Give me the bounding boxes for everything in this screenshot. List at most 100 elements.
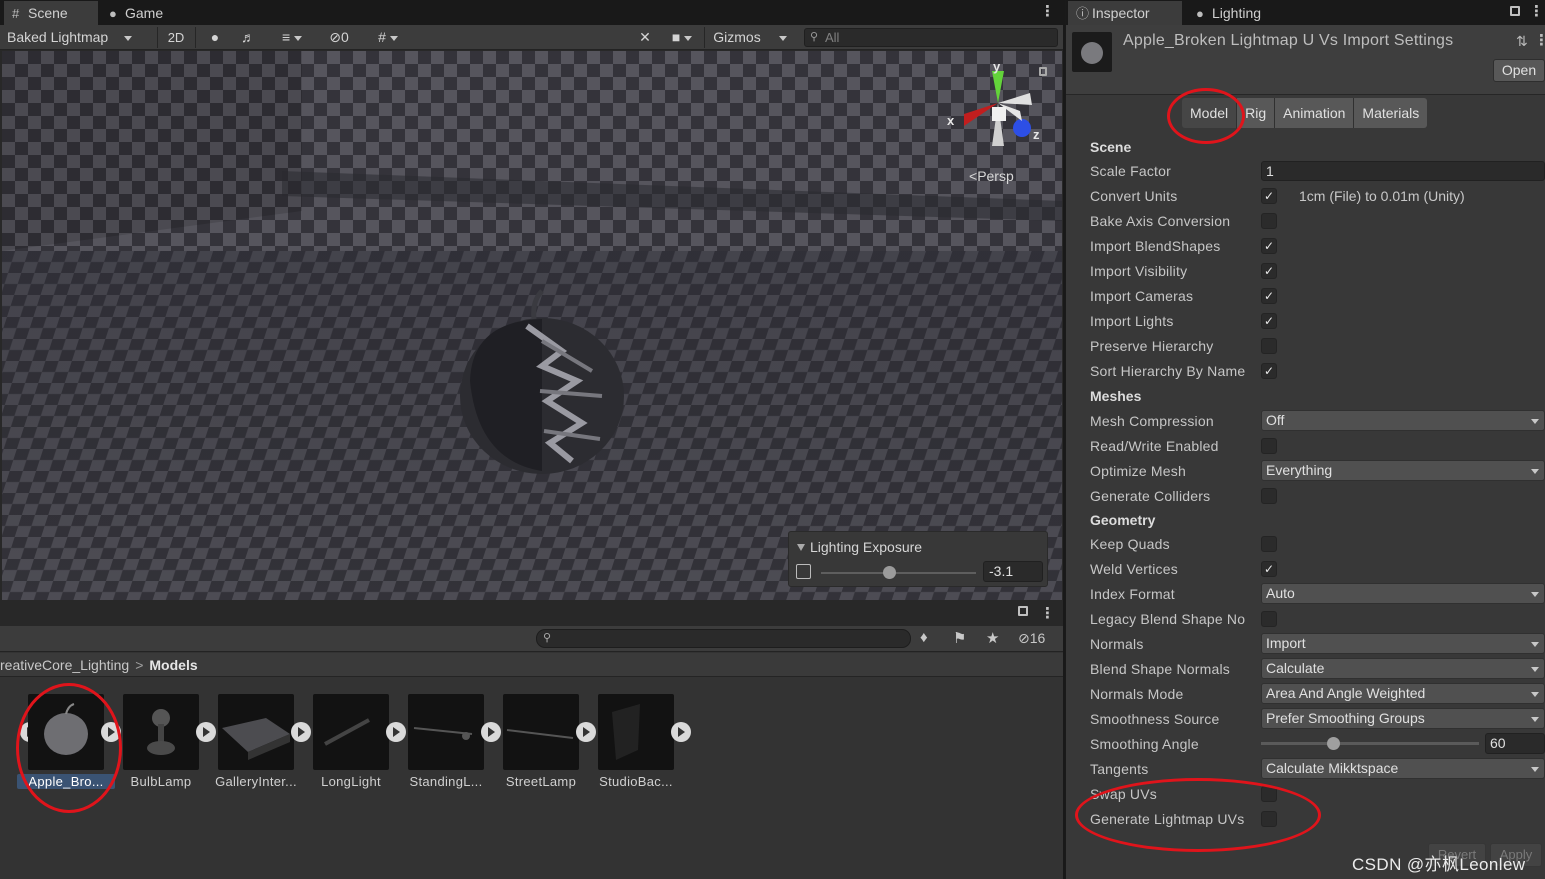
- swap-uvs-checkbox[interactable]: [1261, 786, 1277, 802]
- lighting-toggle-icon[interactable]: ●: [204, 26, 226, 49]
- effects-dropdown[interactable]: ≡: [268, 26, 316, 49]
- lock-icon[interactable]: [1510, 6, 1520, 16]
- keep-quads-checkbox[interactable]: [1261, 536, 1277, 552]
- eye-slash-icon: ⊘: [1018, 630, 1030, 646]
- optimize-mesh-dropdown[interactable]: Everything: [1261, 460, 1545, 481]
- asset-streetlamp[interactable]: StreetLamp: [498, 694, 596, 794]
- smoothness-source-dropdown[interactable]: Prefer Smoothing Groups: [1261, 708, 1545, 729]
- convert-units-checkbox[interactable]: ✓: [1261, 188, 1277, 204]
- breadcrumb-item[interactable]: reativeCore_Lighting: [0, 657, 129, 673]
- swap-uvs-label: Swap UVs: [1090, 786, 1157, 802]
- asset-apple-broken[interactable]: Apple_Bro...: [17, 694, 121, 794]
- filter-by-type-icon[interactable]: ♦: [920, 629, 928, 646]
- smoothing-angle-slider-handle[interactable]: [1326, 737, 1340, 750]
- lock-icon[interactable]: [1039, 67, 1047, 76]
- divider: [195, 27, 196, 48]
- smoothing-angle-input[interactable]: 60: [1485, 733, 1545, 754]
- normals-mode-dropdown[interactable]: Area And Angle Weighted: [1261, 683, 1545, 704]
- mode-2d-button[interactable]: 2D: [160, 26, 192, 49]
- tab-inspector[interactable]: ⓘ Inspector: [1068, 1, 1182, 25]
- chevron-down-icon: [1531, 692, 1539, 697]
- scene-search-input[interactable]: ⚲ All: [804, 28, 1058, 47]
- asset-name: BulbLamp: [130, 774, 192, 789]
- asset-standinglight[interactable]: StandingL...: [403, 694, 501, 794]
- tab-animation[interactable]: Animation: [1275, 98, 1355, 128]
- optimize-mesh-label: Optimize Mesh: [1090, 463, 1186, 479]
- preserve-hierarchy-checkbox[interactable]: [1261, 338, 1277, 354]
- asset-thumbnail: [313, 694, 389, 770]
- gizmos-dropdown[interactable]: [772, 26, 794, 49]
- asset-name: LongLight: [321, 774, 381, 789]
- gizmo-axis-x: x: [947, 113, 955, 128]
- gizmos-button[interactable]: Gizmos: [706, 26, 768, 49]
- index-format-dropdown[interactable]: Auto: [1261, 583, 1545, 604]
- scale-factor-input[interactable]: 1: [1261, 161, 1545, 181]
- exposure-value-field[interactable]: -3.1: [983, 561, 1043, 582]
- asset-preview: [1072, 32, 1112, 72]
- expand-play-icon[interactable]: [671, 722, 691, 742]
- tab-model[interactable]: Model: [1182, 98, 1238, 128]
- favorite-star-icon[interactable]: ★: [986, 629, 999, 647]
- blend-shape-normals-label: Blend Shape Normals: [1090, 661, 1230, 677]
- tools-icon[interactable]: ✕: [634, 26, 656, 49]
- watermark-text: CSDN @亦枫Leonlew: [1352, 855, 1526, 874]
- hidden-objects-toggle[interactable]: ⊘0: [322, 26, 356, 49]
- blend-shape-normals-dropdown[interactable]: Calculate: [1261, 658, 1545, 679]
- import-blendshapes-checkbox[interactable]: ✓: [1261, 238, 1277, 254]
- camera-dropdown[interactable]: ■: [664, 26, 700, 49]
- tab-lighting[interactable]: ● Lighting: [1188, 1, 1288, 25]
- header-menu-icon[interactable]: ⋮: [1534, 31, 1545, 49]
- chevron-down-icon: [1531, 419, 1539, 424]
- audio-toggle-icon[interactable]: ♬: [236, 26, 260, 49]
- read-write-checkbox[interactable]: [1261, 438, 1277, 454]
- lock-icon[interactable]: [1018, 606, 1028, 616]
- info-icon: ⓘ: [1076, 6, 1090, 21]
- chevron-down-icon: [294, 35, 303, 41]
- settings-icon[interactable]: ⇅: [1516, 33, 1528, 50]
- tab-scene[interactable]: # Scene: [4, 1, 98, 25]
- tab-materials[interactable]: Materials: [1354, 98, 1428, 128]
- generate-colliders-checkbox[interactable]: [1261, 488, 1277, 504]
- generate-lightmap-uvs-checkbox[interactable]: [1261, 811, 1277, 827]
- asset-longlight[interactable]: LongLight: [308, 694, 406, 794]
- scene-viewport[interactable]: y x z <Persp: [2, 51, 1062, 600]
- asset-studiobackdrop[interactable]: StudioBac...: [593, 694, 691, 794]
- hidden-packages-toggle[interactable]: ⊘16: [1018, 630, 1045, 647]
- inspector-menu-icon[interactable]: ⋮: [1529, 2, 1544, 20]
- asset-bulblamp[interactable]: BulbLamp: [118, 694, 216, 794]
- exposure-slider-track[interactable]: [821, 572, 976, 574]
- import-lights-checkbox[interactable]: ✓: [1261, 313, 1277, 329]
- import-cameras-checkbox[interactable]: ✓: [1261, 288, 1277, 304]
- asset-name: StandingL...: [409, 774, 483, 789]
- gamepad-icon: ●: [109, 6, 117, 21]
- grid-snap-dropdown[interactable]: #: [364, 26, 412, 49]
- divider: [704, 27, 705, 48]
- weld-vertices-checkbox[interactable]: ✓: [1261, 561, 1277, 577]
- section-geometry: Geometry: [1090, 512, 1156, 528]
- breadcrumb-current[interactable]: Models: [149, 657, 197, 673]
- open-button[interactable]: Open: [1493, 59, 1545, 82]
- exposure-title[interactable]: Lighting Exposure: [797, 539, 922, 555]
- scene-window: # Scene ● Game ⋮ Baked Lightmap 2D ● ♬ ≡ ⊘…: [0, 0, 1063, 602]
- tab-game[interactable]: ● Game: [101, 1, 191, 25]
- normals-dropdown[interactable]: Import: [1261, 633, 1545, 654]
- draw-mode-dropdown[interactable]: Baked Lightmap: [2, 26, 154, 49]
- projection-label[interactable]: <Persp: [969, 168, 1014, 184]
- project-search-input[interactable]: ⚲: [536, 629, 911, 648]
- tab-rig[interactable]: Rig: [1237, 98, 1276, 128]
- project-menu-icon[interactable]: ⋮: [1040, 604, 1055, 622]
- asset-name: StreetLamp: [505, 774, 577, 789]
- sort-hierarchy-checkbox[interactable]: ✓: [1261, 363, 1277, 379]
- gizmo-axis-z: z: [1033, 127, 1040, 142]
- bake-axis-checkbox[interactable]: [1261, 213, 1277, 229]
- asset-galleryinterior[interactable]: GalleryInter...: [213, 694, 311, 794]
- legacy-blend-checkbox[interactable]: [1261, 611, 1277, 627]
- mesh-compression-dropdown[interactable]: Off: [1261, 410, 1545, 431]
- smoothing-angle-slider-track[interactable]: [1261, 742, 1479, 745]
- filter-by-label-icon[interactable]: ⚑: [953, 629, 966, 647]
- exposure-slider-handle[interactable]: [883, 566, 897, 579]
- section-scene: Scene: [1090, 139, 1132, 155]
- tangents-dropdown[interactable]: Calculate Mikktspace: [1261, 758, 1545, 779]
- import-visibility-checkbox[interactable]: ✓: [1261, 263, 1277, 279]
- scene-menu-icon[interactable]: ⋮: [1040, 2, 1055, 20]
